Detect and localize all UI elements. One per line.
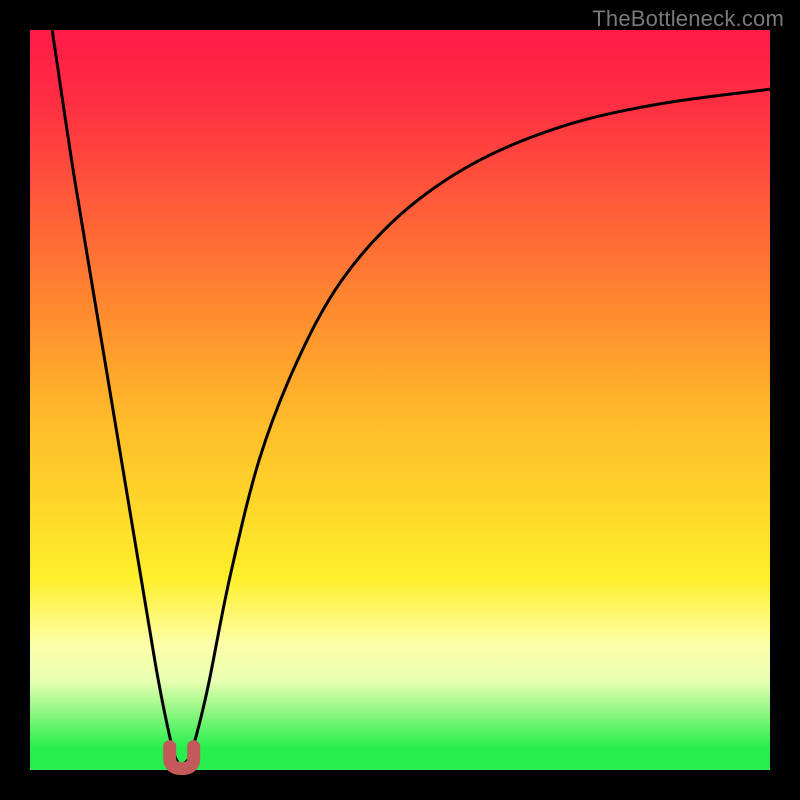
chart-plot-area [30,30,770,770]
chart-frame: TheBottleneck.com [0,0,800,800]
optimal-marker [30,30,770,770]
u-marker-icon [170,747,194,769]
watermark-text: TheBottleneck.com [592,6,784,32]
